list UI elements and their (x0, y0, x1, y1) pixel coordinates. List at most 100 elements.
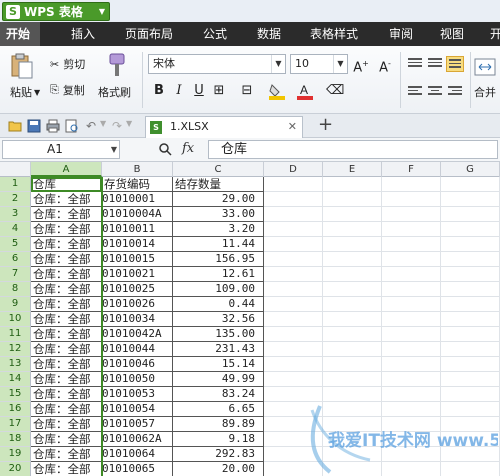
cell[interactable]: 仓库：全部 (31, 432, 102, 447)
cell[interactable] (323, 357, 382, 372)
cell[interactable]: 0.44 (173, 297, 264, 312)
column-header-a[interactable]: A (31, 162, 102, 177)
cell[interactable] (382, 267, 441, 282)
name-box[interactable]: A1 ▼ (2, 140, 120, 159)
cell[interactable] (382, 207, 441, 222)
align-right-icon[interactable] (446, 84, 464, 100)
cell[interactable]: 49.99 (173, 372, 264, 387)
cell[interactable]: 29.00 (173, 192, 264, 207)
row-header[interactable]: 17 (0, 417, 31, 432)
cell[interactable] (382, 327, 441, 342)
paste-button[interactable]: 粘贴 ▼ (10, 84, 40, 100)
cell[interactable]: 仓库：全部 (31, 402, 102, 417)
row-header[interactable]: 7 (0, 267, 31, 282)
close-icon[interactable]: ✕ (288, 117, 297, 137)
cell[interactable]: 11.44 (173, 237, 264, 252)
align-top-icon[interactable] (406, 56, 424, 72)
cell[interactable] (382, 252, 441, 267)
cell[interactable]: 01010054 (102, 402, 173, 417)
undo-icon[interactable]: ↶ (86, 119, 100, 133)
merge-center-icon[interactable] (474, 56, 496, 78)
format-painter-button[interactable]: 格式刷 (98, 84, 131, 100)
cell[interactable]: 仓库：全部 (31, 192, 102, 207)
fill-color-icon[interactable] (268, 82, 286, 100)
cell[interactable]: 12.61 (173, 267, 264, 282)
cell[interactable]: 01010025 (102, 282, 173, 297)
column-header-f[interactable]: F (382, 162, 441, 177)
cell[interactable]: 仓库：全部 (31, 207, 102, 222)
cell[interactable] (382, 192, 441, 207)
select-all-corner[interactable] (0, 162, 31, 177)
tab-more[interactable]: 开 (490, 22, 500, 46)
cell[interactable] (441, 282, 500, 297)
cell[interactable] (323, 192, 382, 207)
cell[interactable] (264, 297, 323, 312)
cell[interactable]: 01010001 (102, 192, 173, 207)
cell[interactable]: 01010046 (102, 357, 173, 372)
cell[interactable]: 32.56 (173, 312, 264, 327)
column-header-d[interactable]: D (264, 162, 323, 177)
underline-button[interactable]: U (190, 82, 208, 100)
cell[interactable]: 20.00 (173, 462, 264, 476)
cell[interactable]: 仓库：全部 (31, 327, 102, 342)
cell[interactable]: 仓库：全部 (31, 267, 102, 282)
cell[interactable] (441, 342, 500, 357)
cell[interactable]: 仓库：全部 (31, 417, 102, 432)
cell[interactable] (323, 297, 382, 312)
row-header[interactable]: 19 (0, 447, 31, 462)
cell[interactable]: 01010004A (102, 207, 173, 222)
cell[interactable]: 仓库：全部 (31, 312, 102, 327)
cell[interactable] (382, 357, 441, 372)
column-header-c[interactable]: C (173, 162, 264, 177)
tab-table-style[interactable]: 表格样式 (310, 22, 358, 46)
row-header[interactable]: 6 (0, 252, 31, 267)
cell[interactable] (382, 237, 441, 252)
cell[interactable] (264, 342, 323, 357)
font-name-select[interactable]: 宋体 ▼ (148, 54, 286, 74)
row-header[interactable]: 4 (0, 222, 31, 237)
clear-format-icon[interactable]: ⌫ (326, 82, 344, 100)
tab-review[interactable]: 审阅 (389, 22, 413, 46)
cell[interactable]: 仓库：全部 (31, 372, 102, 387)
column-header-g[interactable]: G (441, 162, 500, 177)
cell[interactable] (264, 252, 323, 267)
cell[interactable]: 01010050 (102, 372, 173, 387)
tab-formulas[interactable]: 公式 (203, 22, 227, 46)
cell[interactable]: 仓库：全部 (31, 282, 102, 297)
formula-input[interactable]: 仓库 (208, 140, 498, 159)
cell[interactable]: 135.00 (173, 327, 264, 342)
cell[interactable]: 6.65 (173, 402, 264, 417)
cell[interactable] (323, 252, 382, 267)
cell[interactable]: 仓库：全部 (31, 342, 102, 357)
cell[interactable]: 仓库：全部 (31, 297, 102, 312)
cell[interactable]: 01010034 (102, 312, 173, 327)
row-header[interactable]: 16 (0, 402, 31, 417)
tab-home[interactable]: 开始 (0, 22, 40, 46)
cell[interactable]: 仓库：全部 (31, 387, 102, 402)
row-header[interactable]: 5 (0, 237, 31, 252)
cell[interactable]: 存货编码 (102, 177, 173, 192)
tab-insert[interactable]: 插入 (71, 22, 95, 46)
row-header[interactable]: 18 (0, 432, 31, 447)
cell[interactable] (441, 177, 500, 192)
column-header-e[interactable]: E (323, 162, 382, 177)
print-icon[interactable] (46, 119, 60, 133)
cell[interactable] (441, 312, 500, 327)
new-tab-icon[interactable]: + (318, 115, 333, 135)
italic-button[interactable]: I (170, 82, 188, 100)
row-header[interactable]: 9 (0, 297, 31, 312)
format-painter-icon[interactable] (104, 52, 130, 78)
tab-view[interactable]: 视图 (440, 22, 464, 46)
cell[interactable] (264, 312, 323, 327)
cell[interactable]: 仓库 (31, 177, 102, 192)
row-header[interactable]: 1 (0, 177, 31, 192)
cell[interactable] (323, 327, 382, 342)
column-header-b[interactable]: B (102, 162, 173, 177)
cell[interactable]: 01010015 (102, 252, 173, 267)
cell[interactable] (382, 282, 441, 297)
cell[interactable] (323, 372, 382, 387)
cell[interactable] (441, 357, 500, 372)
cell[interactable] (441, 237, 500, 252)
cell[interactable] (382, 222, 441, 237)
cell[interactable]: 01010064 (102, 447, 173, 462)
